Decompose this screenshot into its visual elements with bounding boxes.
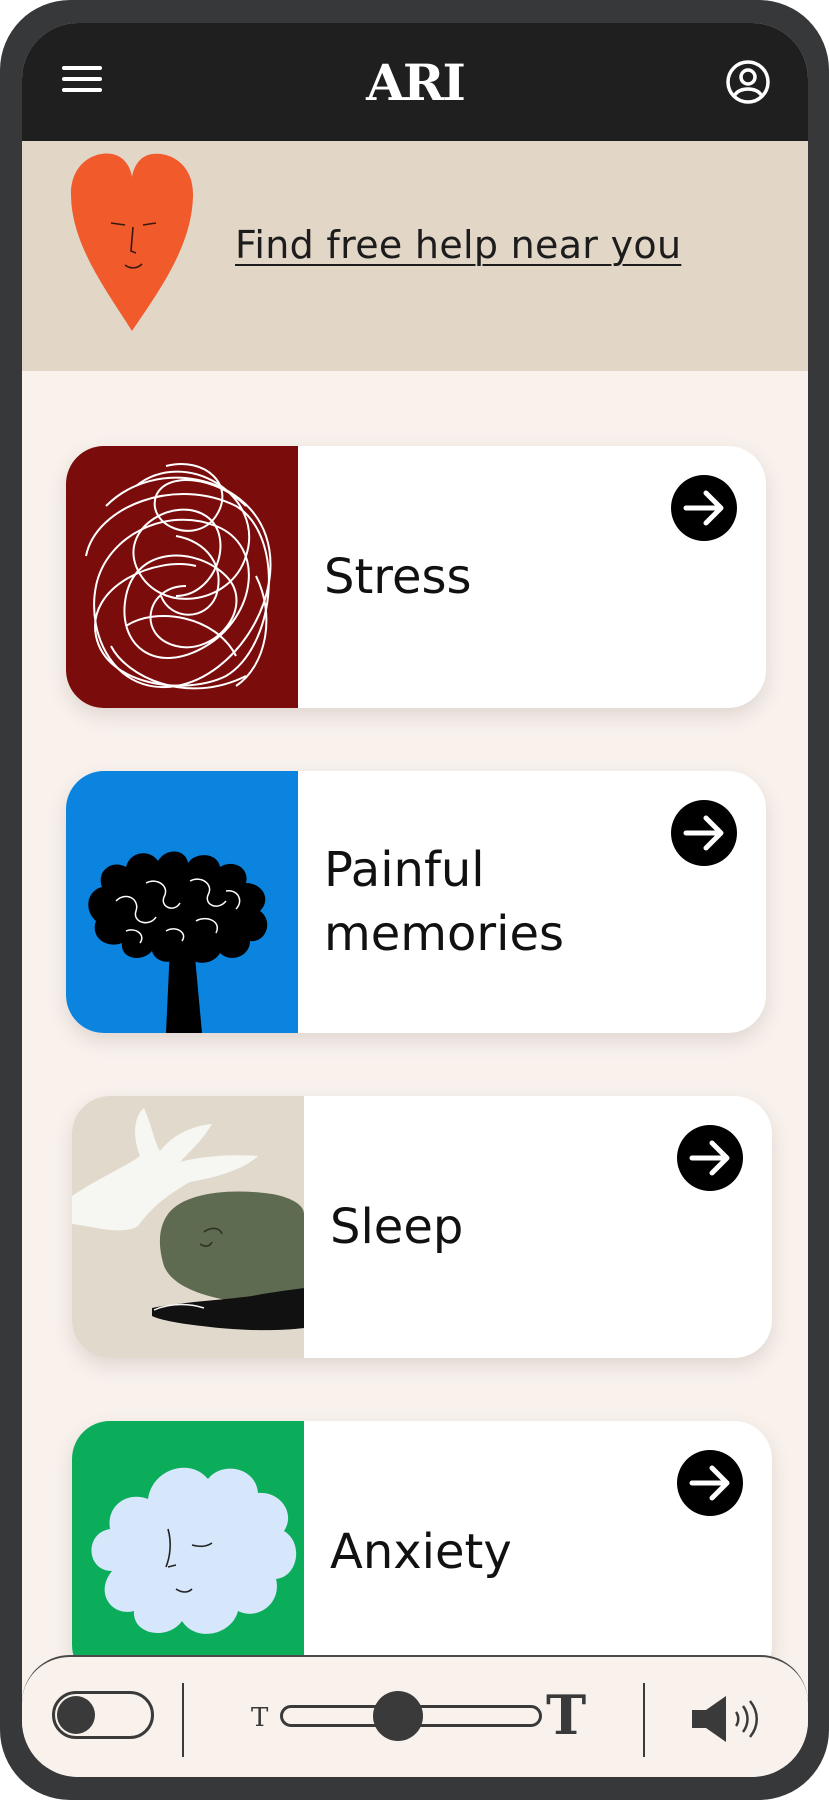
card-stress[interactable]: Stress [66,446,766,708]
arrow-right-icon[interactable] [670,799,738,867]
brain-tree-illustration [66,771,298,1033]
help-banner: Find free help near you [22,141,808,371]
cloud-face-illustration [72,1421,304,1683]
card-label: Stress [324,549,472,605]
accessibility-bar: T T [22,1655,808,1777]
text-size-slider-thumb[interactable] [372,1691,423,1741]
text-size-small-icon: T [251,1703,269,1733]
high-contrast-toggle[interactable] [52,1691,154,1739]
app-screen: ARI Find free help near you Stress Painf… [22,23,808,1777]
card-painful-memories[interactable]: Painful memories [66,771,766,1033]
top-bar: ARI [22,23,808,141]
toggle-knob [57,1696,95,1734]
phone-frame: ARI Find free help near you Stress Painf… [0,0,829,1800]
divider [643,1683,645,1757]
card-sleep[interactable]: Sleep [72,1096,772,1358]
card-anxiety[interactable]: Anxiety [72,1421,772,1683]
sleeping-head-illustration [72,1096,304,1358]
find-help-link[interactable]: Find free help near you [235,223,681,267]
speaker-sound-icon[interactable] [688,1693,768,1745]
text-size-large-icon: T [546,1683,587,1747]
arrow-right-icon[interactable] [670,474,738,542]
scribble-illustration [66,446,298,708]
card-label: Sleep [330,1199,464,1255]
card-label: Painful memories [324,842,565,962]
arrow-right-icon[interactable] [676,1449,744,1517]
user-profile-icon[interactable] [724,58,772,106]
heart-face-illustration [70,153,194,331]
arrow-right-icon[interactable] [676,1124,744,1192]
app-logo: ARI [366,53,466,112]
divider [182,1683,184,1757]
card-label: Anxiety [330,1524,512,1580]
